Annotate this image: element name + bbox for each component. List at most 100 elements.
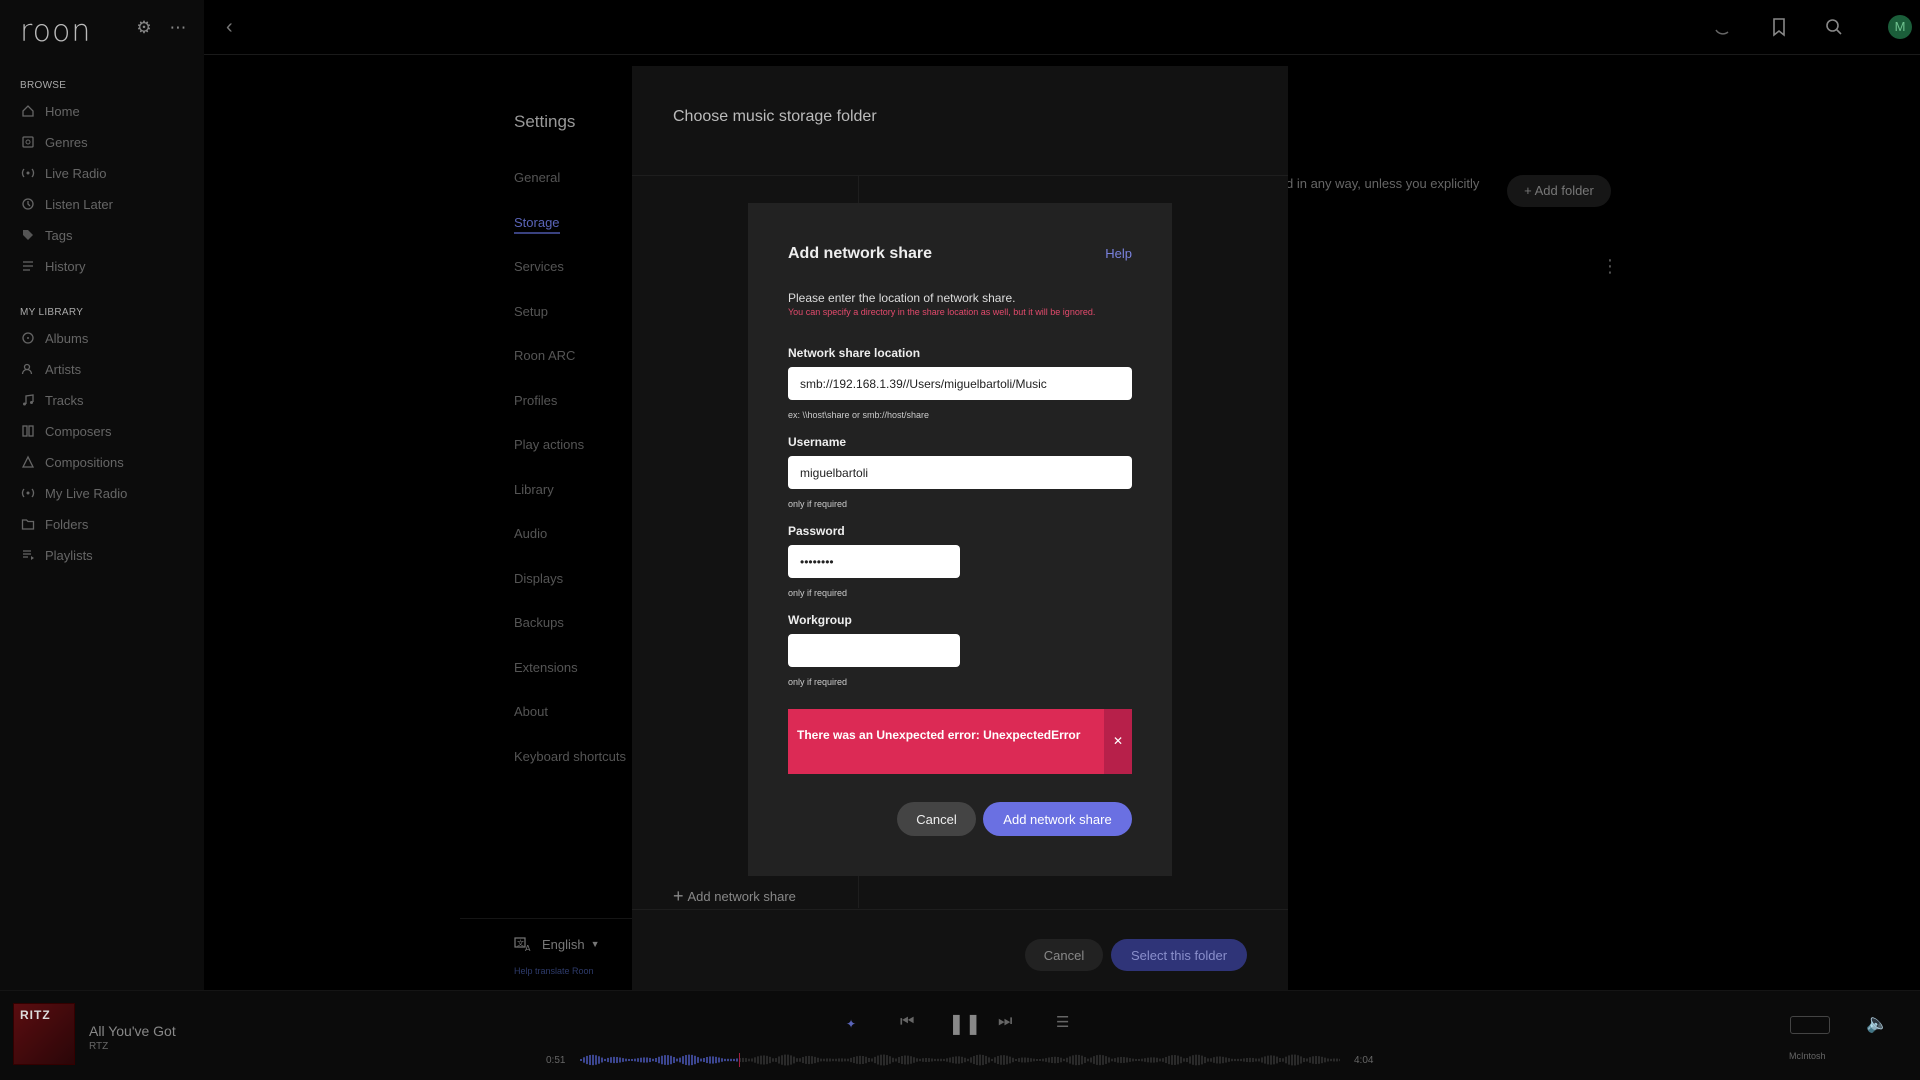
sidebar-item-folders[interactable]: Folders (20, 513, 88, 535)
radio-icon (20, 485, 36, 501)
sidebar-item-genres[interactable]: Genres (20, 131, 88, 153)
close-icon[interactable]: ✕ (1104, 709, 1132, 774)
sidebar: roon ⚙ ⋯ BROWSE Home Genres Live Radio List… (0, 0, 204, 990)
more-icon[interactable]: ⋯ (168, 18, 188, 38)
composition-icon (20, 454, 36, 470)
device-name[interactable]: McIntosh (1789, 1051, 1826, 1061)
sidebar-item-home[interactable]: Home (20, 100, 80, 122)
password-input[interactable] (788, 545, 960, 578)
settings-tab-setup[interactable]: Setup (514, 304, 548, 319)
settings-title: Settings (514, 112, 576, 131)
sidebar-item-listen-later[interactable]: Listen Later (20, 193, 113, 215)
settings-tab-displays[interactable]: Displays (514, 571, 563, 586)
settings-tab-audio[interactable]: Audio (514, 526, 547, 541)
device-icon[interactable] (1790, 1016, 1830, 1034)
language-select[interactable]: 文A English ▼ (514, 936, 600, 953)
settings-tab-extensions[interactable]: Extensions (514, 660, 578, 675)
settings-tab-general[interactable]: General (514, 170, 560, 185)
track-artist[interactable]: RTZ (89, 1041, 108, 1052)
divider (632, 175, 1288, 176)
error-message: There was an Unexpected error: Unexpecte… (797, 728, 1081, 742)
pause-icon[interactable]: ❚❚ (948, 1011, 982, 1036)
password-hint: only if required (788, 588, 848, 598)
sidebar-item-compositions[interactable]: Compositions (20, 451, 124, 473)
sidebar-item-tags[interactable]: Tags (20, 224, 72, 246)
select-folder-button[interactable]: Select this folder (1111, 939, 1247, 971)
chevron-down-icon: ▼ (590, 939, 600, 949)
sidebar-item-label: Folders (45, 516, 89, 532)
browse-section-title: BROWSE (20, 80, 67, 91)
help-translate-link[interactable]: Help translate Roon (514, 966, 594, 976)
password-label: Password (788, 524, 845, 538)
search-icon[interactable] (1823, 16, 1845, 38)
sidebar-item-label: Listen Later (45, 196, 113, 212)
add-network-share-dialog: Add network share Help Please enter the … (748, 203, 1172, 876)
sidebar-item-my-live-radio[interactable]: My Live Radio (20, 482, 127, 504)
gear-icon[interactable]: ⚙ (134, 18, 154, 38)
add-folder-button[interactable]: + Add folder (1507, 175, 1611, 207)
radio-mode-icon[interactable]: ✦ (846, 1017, 856, 1031)
folder-icon (20, 516, 36, 532)
roon-logo[interactable]: roon (20, 14, 91, 49)
sidebar-item-history[interactable]: History (20, 255, 85, 277)
more-vertical-icon[interactable]: ⋮ (1601, 256, 1619, 277)
home-icon (20, 103, 36, 119)
help-link[interactable]: Help (1105, 246, 1132, 261)
settings-tab-keyboard-shortcuts[interactable]: Keyboard shortcuts (514, 749, 626, 764)
settings-tab-library[interactable]: Library (514, 482, 554, 497)
sidebar-item-label: My Live Radio (45, 485, 128, 501)
history-icon (20, 258, 36, 274)
settings-tab-play-actions[interactable]: Play actions (514, 437, 584, 452)
sidebar-item-live-radio[interactable]: Live Radio (20, 162, 106, 184)
translate-icon: 文A (514, 936, 534, 953)
sidebar-item-albums[interactable]: Albums (20, 327, 88, 349)
sidebar-item-artists[interactable]: Artists (20, 358, 81, 380)
sidebar-item-composers[interactable]: Composers (20, 420, 111, 442)
username-label: Username (788, 435, 847, 449)
waveform-seekbar[interactable] (580, 1053, 1340, 1067)
plus-icon: + (673, 886, 684, 906)
sidebar-item-playlists[interactable]: Playlists (20, 544, 93, 566)
volume-icon[interactable]: 🔈 (1866, 1013, 1888, 1034)
library-section-title: MY LIBRARY (20, 307, 84, 318)
previous-icon[interactable]: ⏮ (900, 1013, 914, 1031)
sidebar-item-label: Tags (45, 227, 73, 243)
sidebar-item-tracks[interactable]: Tracks (20, 389, 84, 411)
next-icon[interactable]: ⏭ (998, 1013, 1012, 1031)
sidebar-item-label: Albums (45, 330, 89, 346)
album-art[interactable]: RITZ (13, 1003, 75, 1065)
elapsed-time: 0:51 (546, 1055, 566, 1066)
back-icon[interactable]: ‹ (226, 16, 233, 39)
bookmark-icon[interactable] (1768, 16, 1790, 38)
track-icon (20, 392, 36, 408)
cancel-button[interactable]: Cancel (1025, 939, 1103, 971)
settings-tab-backups[interactable]: Backups (514, 615, 564, 630)
queue-icon[interactable]: ☰ (1056, 1013, 1069, 1031)
add-folder-label: Add folder (1534, 183, 1594, 198)
avatar[interactable]: M (1888, 15, 1912, 39)
top-bar: ‹ M (204, 0, 1920, 55)
sidebar-item-label: Home (45, 103, 80, 119)
network-share-location-input[interactable] (788, 367, 1132, 400)
track-title[interactable]: All You've Got (89, 1023, 176, 1039)
tag-icon (20, 227, 36, 243)
username-input[interactable] (788, 456, 1132, 489)
add-network-share-button[interactable]: Add network share (983, 802, 1132, 836)
album-icon (20, 330, 36, 346)
cancel-button[interactable]: Cancel (897, 802, 976, 836)
player-bar: RITZ All You've Got RTZ ✦ ⏮ ❚❚ ⏭ ☰ 0:51 … (0, 990, 1920, 1080)
artist-icon (20, 361, 36, 377)
add-network-share-link[interactable]: + Add network share (673, 886, 796, 907)
sidebar-item-label: Tracks (45, 392, 84, 408)
sidebar-item-label: Composers (45, 423, 112, 439)
clock-icon (20, 196, 36, 212)
settings-tab-storage[interactable]: Storage (514, 215, 560, 234)
workgroup-input[interactable] (788, 634, 960, 667)
settings-tab-about[interactable]: About (514, 704, 548, 719)
sidebar-item-label: Playlists (45, 547, 93, 563)
total-time: 4:04 (1354, 1055, 1374, 1066)
loading-spinner-icon (1712, 16, 1734, 38)
settings-tab-roon-arc[interactable]: Roon ARC (514, 348, 575, 363)
settings-tab-profiles[interactable]: Profiles (514, 393, 557, 408)
settings-tab-services[interactable]: Services (514, 259, 564, 274)
